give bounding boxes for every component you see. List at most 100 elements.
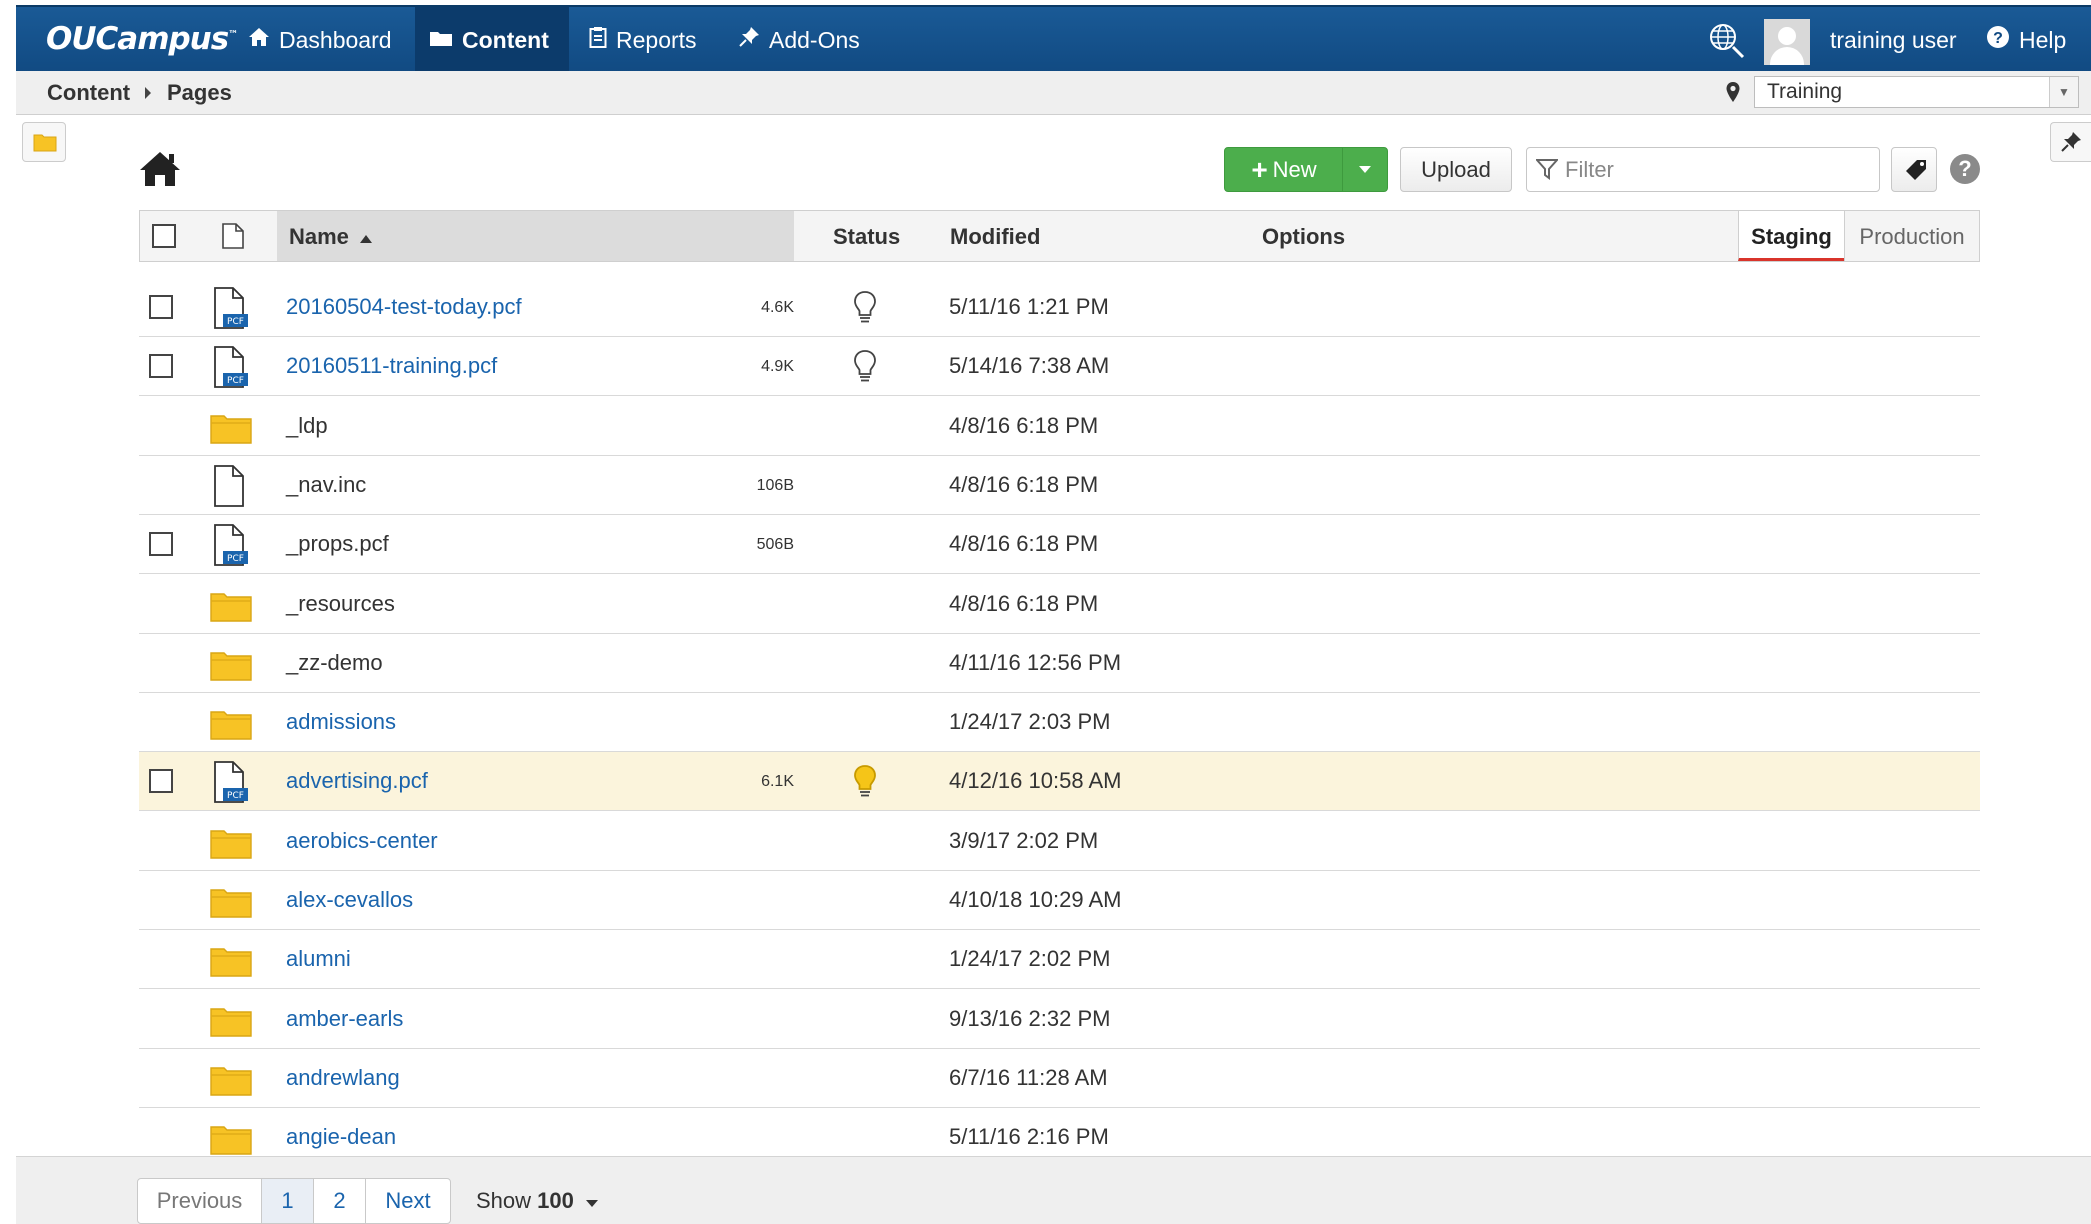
show-value: 100: [537, 1188, 574, 1213]
options-column-header: Options: [1262, 224, 1346, 249]
upload-button[interactable]: Upload: [1400, 147, 1512, 192]
svg-text:PCF: PCF: [227, 317, 244, 327]
logo[interactable]: OUCampus™: [46, 21, 238, 57]
row-name[interactable]: andrewlang: [286, 1065, 400, 1091]
next-label: Next: [385, 1188, 431, 1213]
page-2-button[interactable]: 2: [313, 1178, 366, 1224]
status-lightbulb-icon: [853, 764, 877, 803]
table-header: Name Status Modified Options Staging Pro…: [139, 210, 1980, 262]
svg-text:PCF: PCF: [227, 376, 244, 386]
show-per-page-dropdown[interactable]: Show 100: [476, 1188, 599, 1214]
row-name[interactable]: 20160504-test-today.pcf: [286, 294, 522, 320]
nav-content[interactable]: Content: [415, 7, 569, 73]
row-modified: 5/11/16 2:16 PM: [949, 1124, 1109, 1150]
previous-button[interactable]: Previous: [137, 1178, 262, 1224]
table-row[interactable]: PCF _props.pcf 506B 4/8/16 6:18 PM: [139, 515, 1980, 575]
pin-icon: [2061, 132, 2081, 152]
row-name[interactable]: advertising.pcf: [286, 768, 428, 794]
folder-icon: [210, 827, 252, 864]
tag-icon: [1906, 160, 1926, 180]
next-button[interactable]: Next: [365, 1178, 451, 1224]
pcf-file-icon: PCF: [213, 287, 249, 334]
pin-icon: [738, 26, 760, 54]
row-name[interactable]: alex-cevallos: [286, 887, 413, 913]
tab-staging[interactable]: Staging: [1738, 211, 1844, 261]
gadgets-panel-tab[interactable]: [2050, 122, 2091, 162]
row-name[interactable]: alumni: [286, 946, 351, 972]
new-button-label: New: [1272, 156, 1317, 182]
globe-search-icon[interactable]: [1708, 22, 1746, 65]
tab-production[interactable]: Production: [1844, 211, 1979, 261]
new-button-main[interactable]: + New: [1225, 148, 1343, 191]
row-name[interactable]: amber-earls: [286, 1006, 403, 1032]
row-name[interactable]: admissions: [286, 709, 396, 735]
help-icon: ?: [1986, 25, 2010, 55]
row-name[interactable]: aerobics-center: [286, 828, 438, 854]
help-label: Help: [2019, 26, 2067, 53]
pagination: Previous 1 2 Next: [137, 1178, 451, 1224]
caret-down-icon: [586, 1200, 599, 1207]
filter-field[interactable]: [1526, 147, 1880, 192]
status-column-header[interactable]: Status: [833, 224, 900, 250]
table-row[interactable]: alex-cevallos 4/10/18 10:29 AM: [139, 871, 1980, 930]
home-icon[interactable]: [138, 150, 182, 193]
pcf-file-icon: PCF: [213, 524, 249, 571]
filter-input[interactable]: [1563, 154, 1867, 186]
table-row[interactable]: _resources 4/8/16 6:18 PM: [139, 575, 1980, 634]
table-row[interactable]: _nav.inc 106B 4/8/16 6:18 PM: [139, 456, 1980, 515]
nav-content-label: Content: [462, 26, 549, 53]
row-modified: 4/12/16 10:58 AM: [949, 768, 1122, 794]
page-1-label: 1: [281, 1188, 294, 1213]
help-icon[interactable]: ?: [1950, 154, 1980, 184]
row-name: _nav.inc: [286, 471, 367, 497]
row-modified: 1/24/17 2:03 PM: [949, 709, 1111, 735]
table-row[interactable]: amber-earls 9/13/16 2:32 PM: [139, 990, 1980, 1049]
table-row[interactable]: _zz-demo 4/11/16 12:56 PM: [139, 634, 1980, 693]
pcf-file-icon: PCF: [213, 761, 249, 808]
svg-text:PCF: PCF: [227, 554, 244, 564]
user-name: training user: [1830, 26, 1957, 53]
row-checkbox[interactable]: [149, 295, 173, 319]
tag-button[interactable]: [1891, 147, 1937, 192]
nav-addons[interactable]: Add-Ons: [724, 7, 874, 73]
table-row[interactable]: andrewlang 6/7/16 11:28 AM: [139, 1049, 1980, 1108]
table-row[interactable]: admissions 1/24/17 2:03 PM: [139, 693, 1980, 753]
site-selector[interactable]: Training ▼: [1754, 76, 2079, 108]
file-icon: [213, 464, 249, 512]
table-row[interactable]: alumni 1/24/17 2:02 PM: [139, 930, 1980, 990]
user-menu[interactable]: training user: [1816, 7, 1971, 73]
name-column-header[interactable]: Name: [289, 224, 373, 250]
modified-column-header[interactable]: Modified: [950, 224, 1040, 250]
row-name[interactable]: 20160511-training.pcf: [286, 353, 497, 379]
table-row[interactable]: PCF 20160511-training.pcf 4.9K 5/14/16 7:38…: [139, 337, 1980, 397]
row-checkbox[interactable]: [149, 532, 173, 557]
folder-panel-tab[interactable]: [22, 122, 66, 162]
row-checkbox[interactable]: [149, 354, 173, 379]
row-modified: 1/24/17 2:02 PM: [949, 946, 1111, 972]
table-row[interactable]: aerobics-center 3/9/17 2:02 PM: [139, 812, 1980, 871]
row-name[interactable]: angie-dean: [286, 1124, 396, 1150]
page-2-label: 2: [333, 1188, 346, 1213]
nav-reports[interactable]: Reports: [575, 7, 711, 73]
folder-icon: [210, 649, 252, 686]
table-row[interactable]: PCF 20160504-test-today.pcf 4.6K 5/11/16 1:…: [139, 278, 1980, 337]
table-row[interactable]: _ldp 4/8/16 6:18 PM: [139, 397, 1980, 456]
file-type-header-icon: [222, 223, 244, 254]
row-modified: 6/7/16 11:28 AM: [949, 1064, 1108, 1090]
folder-icon: [210, 1064, 252, 1101]
clipboard-icon: [589, 26, 607, 54]
select-all-checkbox[interactable]: [152, 224, 176, 248]
help-link[interactable]: ? Help: [1972, 7, 2080, 73]
top-nav: OUCampus™ Dashboard Content Reports Add-…: [16, 5, 2091, 73]
row-size: 4.9K: [761, 358, 794, 376]
new-dropdown-toggle[interactable]: [1342, 148, 1387, 191]
page-1-button[interactable]: 1: [261, 1178, 314, 1224]
breadcrumb: Content Pages Training ▼: [16, 71, 2091, 115]
nav-dashboard[interactable]: Dashboard: [234, 7, 406, 73]
avatar[interactable]: [1764, 19, 1810, 65]
show-label: Show: [476, 1188, 532, 1213]
breadcrumb-content[interactable]: Content: [47, 80, 130, 106]
table-row[interactable]: PCF advertising.pcf 6.1K 4/12/16 10:58 AM: [139, 752, 1980, 812]
row-checkbox[interactable]: [149, 769, 173, 794]
new-button[interactable]: + New: [1224, 147, 1388, 192]
